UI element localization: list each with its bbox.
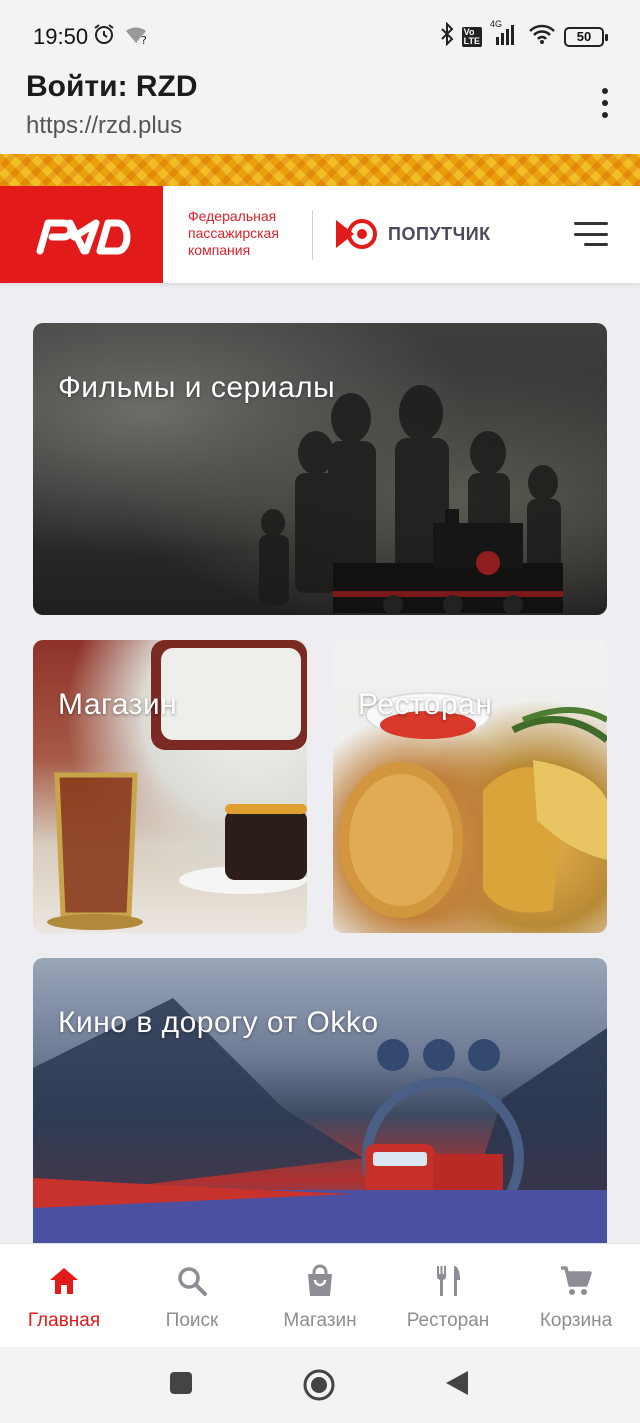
system-navigation-bar — [0, 1347, 640, 1423]
back-button[interactable] — [444, 1369, 470, 1402]
nav-search[interactable]: Поиск — [128, 1244, 256, 1347]
nav-home-label: Главная — [27, 1310, 101, 1331]
films-series-card[interactable]: Фильмы и сериалы — [33, 323, 607, 615]
status-time: 19:50 — [33, 24, 89, 49]
poputchik-label: ПОПУТЧИК — [388, 223, 491, 244]
battery-icon: 50 — [564, 26, 608, 47]
restaurant-dish-art — [339, 692, 607, 918]
fpk-company-name: Федеральная пассажирская компания — [188, 208, 279, 258]
nav-cart[interactable]: Корзина — [512, 1244, 640, 1347]
nav-home[interactable]: Главная — [0, 1244, 128, 1347]
browser-url[interactable]: https://rzd.plus — [26, 112, 182, 140]
signal-icon: 4G — [490, 19, 520, 50]
bluetooth-icon — [440, 21, 454, 51]
home-system-button[interactable] — [302, 1368, 336, 1407]
browser-bar: Войти: RZD https://rzd.plus — [0, 68, 640, 154]
rzd-logo-mark — [36, 219, 130, 254]
header-divider — [312, 210, 313, 260]
shop-card[interactable]: Магазин — [33, 640, 307, 933]
hamburger-menu-button[interactable] — [574, 222, 608, 246]
alarm-icon — [92, 22, 116, 51]
shop-tea-art — [47, 640, 307, 930]
wifi-unknown-icon: ? — [124, 22, 150, 51]
restaurant-title: Ресторан — [358, 688, 493, 721]
decorative-ornament-band — [0, 154, 640, 186]
cart-icon — [559, 1264, 593, 1298]
shop-title: Магазин — [58, 688, 178, 721]
more-menu-button[interactable] — [600, 88, 610, 118]
okko-movies-card[interactable]: Кино в дорогу от Okko — [33, 958, 607, 1243]
home-icon — [47, 1264, 81, 1298]
okko-train-art — [33, 998, 607, 1243]
films-poster-art — [259, 385, 563, 615]
browser-title: Войти: RZD — [26, 70, 198, 103]
rzd-logo[interactable] — [0, 186, 163, 283]
nav-shop-label: Магазин — [283, 1310, 357, 1331]
svg-text:?: ? — [141, 34, 147, 46]
films-series-title: Фильмы и сериалы — [58, 371, 336, 404]
fork-knife-icon — [431, 1264, 465, 1298]
poputchik-logo[interactable]: ПОПУТЧИК — [334, 216, 491, 252]
poputchik-icon — [336, 219, 377, 249]
site-header: Федеральная пассажирская компания ПОПУТЧ… — [0, 186, 640, 283]
recents-button[interactable] — [169, 1371, 193, 1400]
nav-restaurant[interactable]: Ресторан — [384, 1244, 512, 1347]
search-icon — [175, 1264, 209, 1298]
nav-search-label: Поиск — [165, 1310, 219, 1331]
status-bar: 19:50 ? Vo LTE 4G 50 — [0, 0, 640, 68]
volte-icon: Vo LTE — [461, 26, 482, 47]
wifi-icon — [528, 23, 556, 50]
bottom-navigation: Главная Поиск Магазин Ресторан Корзина — [0, 1243, 640, 1347]
nav-restaurant-label: Ресторан — [406, 1310, 490, 1331]
restaurant-card[interactable]: Ресторан — [333, 640, 607, 933]
nav-cart-label: Корзина — [539, 1310, 613, 1331]
nav-shop[interactable]: Магазин — [256, 1244, 384, 1347]
shopping-bag-icon — [303, 1264, 337, 1298]
okko-title: Кино в дорогу от Okko — [58, 1006, 379, 1039]
